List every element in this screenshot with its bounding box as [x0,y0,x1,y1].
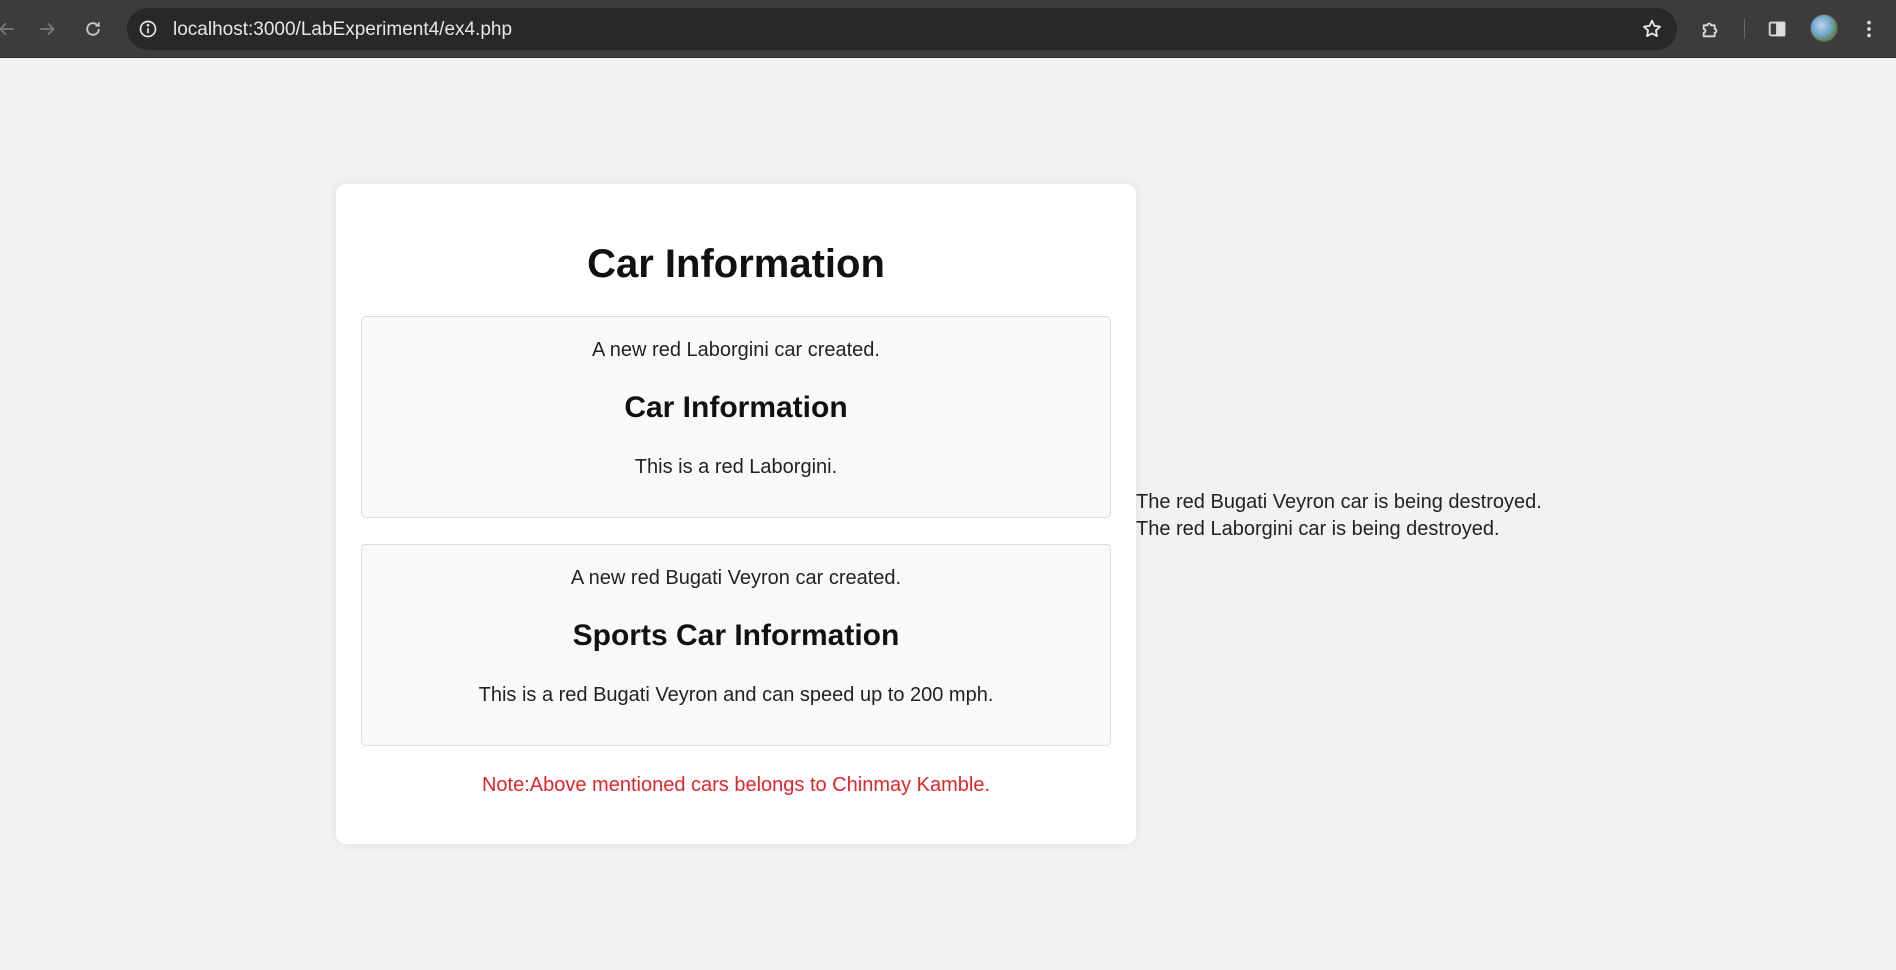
address-bar[interactable]: localhost:3000/LabExperiment4/ex4.php [127,8,1677,50]
bookmark-star-icon[interactable] [1639,16,1665,42]
toolbar-separator [1744,19,1745,39]
more-menu-icon[interactable] [1852,12,1886,46]
car-created-message: A new red Laborgini car created. [592,339,880,361]
car-description: This is a red Bugati Veyron and can spee… [478,684,994,706]
car-box-bugati: A new red Bugati Veyron car created. Spo… [361,544,1111,746]
url-text: localhost:3000/LabExperiment4/ex4.php [173,19,513,40]
destroy-message: The red Bugati Veyron car is being destr… [1136,491,1542,513]
browser-toolbar: localhost:3000/LabExperiment4/ex4.php [0,0,1896,58]
site-info-icon[interactable] [135,16,161,42]
car-info-card: Car Information A new red Laborgini car … [336,184,1136,844]
car-box-laborgini: A new red Laborgini car created. Car Inf… [361,316,1111,518]
car-heading: Car Information [624,391,848,424]
page-title: Car Information [587,242,885,286]
side-panel-icon[interactable] [1760,12,1794,46]
car-heading: Sports Car Information [572,619,900,652]
forward-icon[interactable] [30,12,64,46]
car-description: This is a red Laborgini. [634,456,838,478]
owner-note: Note:Above mentioned cars belongs to Chi… [481,774,991,796]
destructor-messages: The red Bugati Veyron car is being destr… [1136,489,1542,543]
back-icon[interactable] [0,12,24,46]
destroy-message: The red Laborgini car is being destroyed… [1136,518,1500,540]
car-created-message: A new red Bugati Veyron car created. [570,567,902,589]
extensions-puzzle-icon[interactable] [1694,12,1728,46]
reload-icon[interactable] [76,12,110,46]
profile-avatar[interactable] [1810,14,1838,42]
